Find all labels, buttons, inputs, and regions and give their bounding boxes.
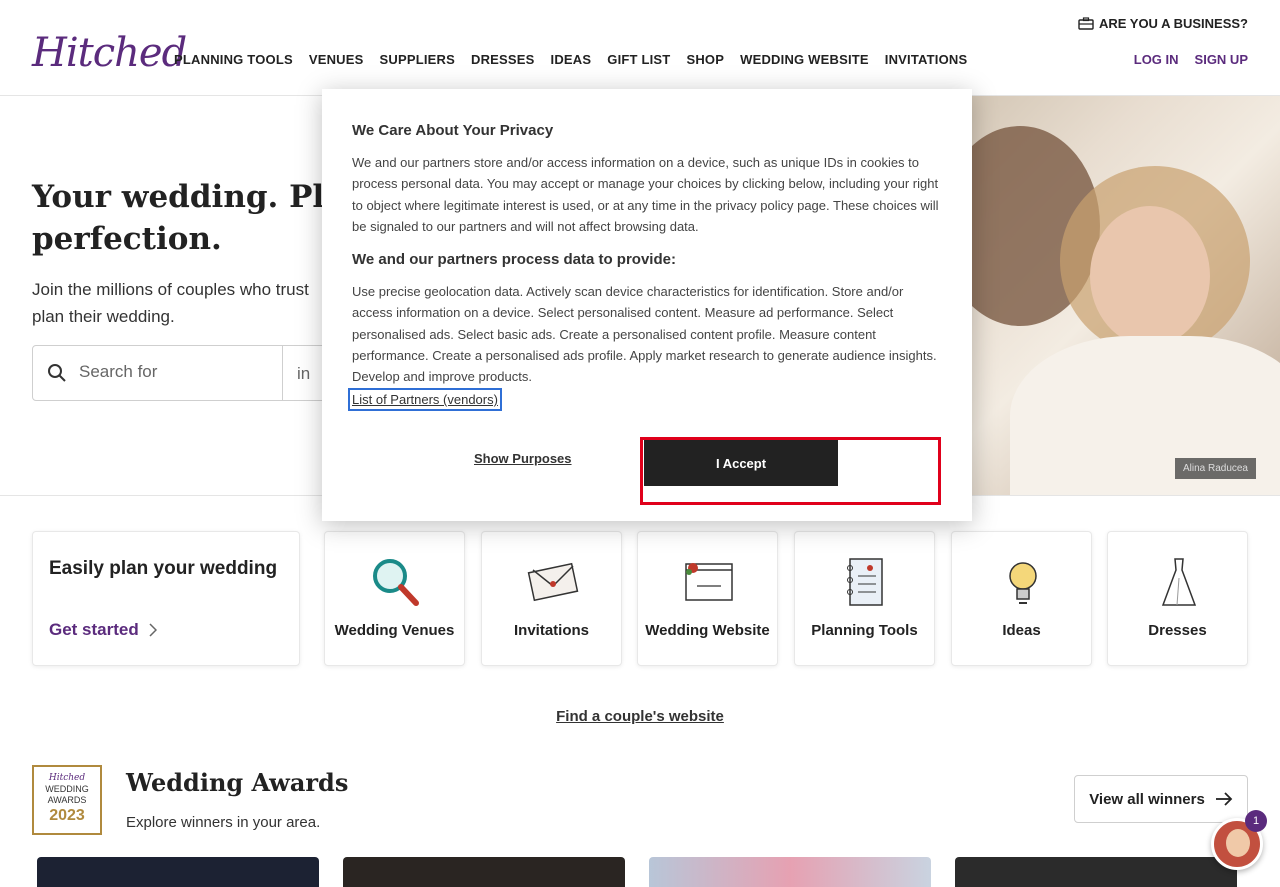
consent-purposes-title: We and our partners process data to prov… — [352, 251, 676, 268]
consent-body: We and our partners store and/or access … — [352, 155, 939, 234]
consent-title: We Care About Your Privacy — [352, 122, 554, 139]
partners-list-link[interactable]: List of Partners (vendors) — [348, 388, 502, 411]
show-purposes-button[interactable]: Show Purposes — [474, 451, 572, 466]
accept-button[interactable]: I Accept — [644, 440, 838, 486]
privacy-consent-dialog: We Care About Your Privacy We and our pa… — [322, 89, 972, 521]
consent-purposes-body: Use precise geolocation data. Actively s… — [352, 284, 937, 385]
